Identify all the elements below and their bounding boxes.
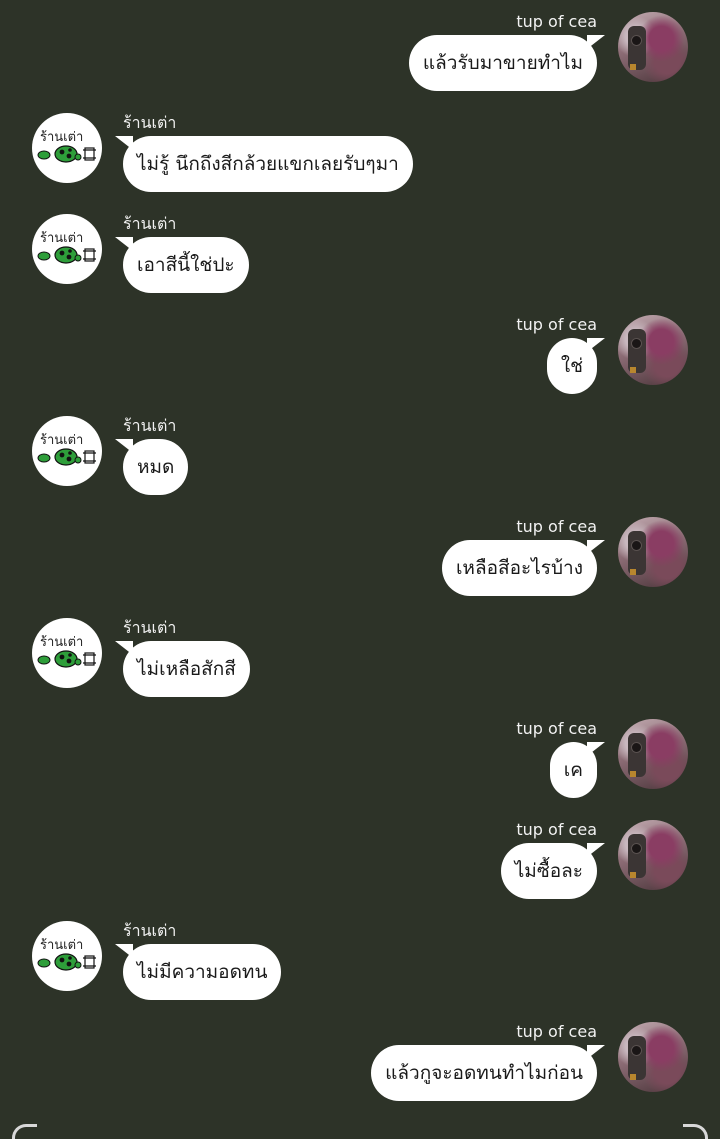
- message-bubble[interactable]: ไม่รู้ นึกถึงสีกล้วยแขกเลยรับๆมา: [123, 136, 413, 192]
- sender-name: ร้านเต่า: [123, 618, 177, 637]
- turtle-logo-icon: ร้านเต่า: [37, 130, 96, 163]
- message-bubble[interactable]: แล้วรับมาขายทำไม: [408, 35, 597, 91]
- sender-name: ร้านเต่า: [123, 214, 177, 233]
- sender-name: tup of cea: [516, 12, 597, 31]
- message-bubble[interactable]: หมด: [123, 439, 189, 495]
- message-bubble[interactable]: ไม่เหลือสักสี: [123, 641, 250, 697]
- sender-name: ร้านเต่า: [123, 113, 177, 132]
- sender-name: tup of cea: [516, 315, 597, 334]
- right-corner-indicator: [683, 1124, 708, 1139]
- message-bubble[interactable]: เค: [549, 742, 597, 798]
- shop-logo-lettering: ร้านเต่า: [40, 938, 83, 953]
- sender-name: tup of cea: [516, 517, 597, 536]
- sender-name: ร้านเต่า: [123, 921, 177, 940]
- turtle-logo-icon: ร้านเต่า: [37, 635, 96, 668]
- sender-name: tup of cea: [516, 1022, 597, 1041]
- shop-avatar[interactable]: ร้านเต่า: [32, 214, 102, 284]
- turtle-logo-icon: ร้านเต่า: [37, 938, 96, 971]
- shop-avatar[interactable]: ร้านเต่า: [32, 113, 102, 183]
- user-avatar[interactable]: [618, 517, 688, 587]
- shop-avatar[interactable]: ร้านเต่า: [32, 618, 102, 688]
- sender-name: tup of cea: [516, 719, 597, 738]
- sender-name: tup of cea: [516, 820, 597, 839]
- shop-logo-lettering: ร้านเต่า: [40, 130, 83, 145]
- message-bubble[interactable]: แล้วกูจะอดทนทำไมก่อน: [371, 1045, 597, 1101]
- message-bubble[interactable]: ไม่มีความอดทน: [123, 944, 282, 1000]
- sender-name: ร้านเต่า: [123, 416, 177, 435]
- shop-avatar[interactable]: ร้านเต่า: [32, 921, 102, 991]
- turtle-logo-icon: ร้านเต่า: [37, 433, 96, 466]
- shop-logo-lettering: ร้านเต่า: [40, 433, 83, 448]
- shop-logo-lettering: ร้านเต่า: [40, 231, 83, 246]
- turtle-logo-icon: ร้านเต่า: [37, 231, 96, 264]
- user-avatar[interactable]: [618, 12, 688, 82]
- user-avatar[interactable]: [618, 820, 688, 890]
- chat-thread[interactable]: tup of cea แล้วรับมาขายทำไม ร้านเต่า ร้า…: [0, 0, 720, 1139]
- message-bubble[interactable]: ไม่ซื้อละ: [500, 843, 597, 899]
- user-avatar[interactable]: [618, 719, 688, 789]
- shop-avatar[interactable]: ร้านเต่า: [32, 416, 102, 486]
- shop-logo-lettering: ร้านเต่า: [40, 635, 83, 650]
- left-corner-indicator: [12, 1124, 37, 1139]
- user-avatar[interactable]: [618, 315, 688, 385]
- message-bubble[interactable]: ใช่: [546, 338, 597, 394]
- user-avatar[interactable]: [618, 1022, 688, 1092]
- message-bubble[interactable]: เหลือสีอะไรบ้าง: [441, 540, 597, 596]
- message-bubble[interactable]: เอาสีนี้ใช่ปะ: [123, 237, 249, 293]
